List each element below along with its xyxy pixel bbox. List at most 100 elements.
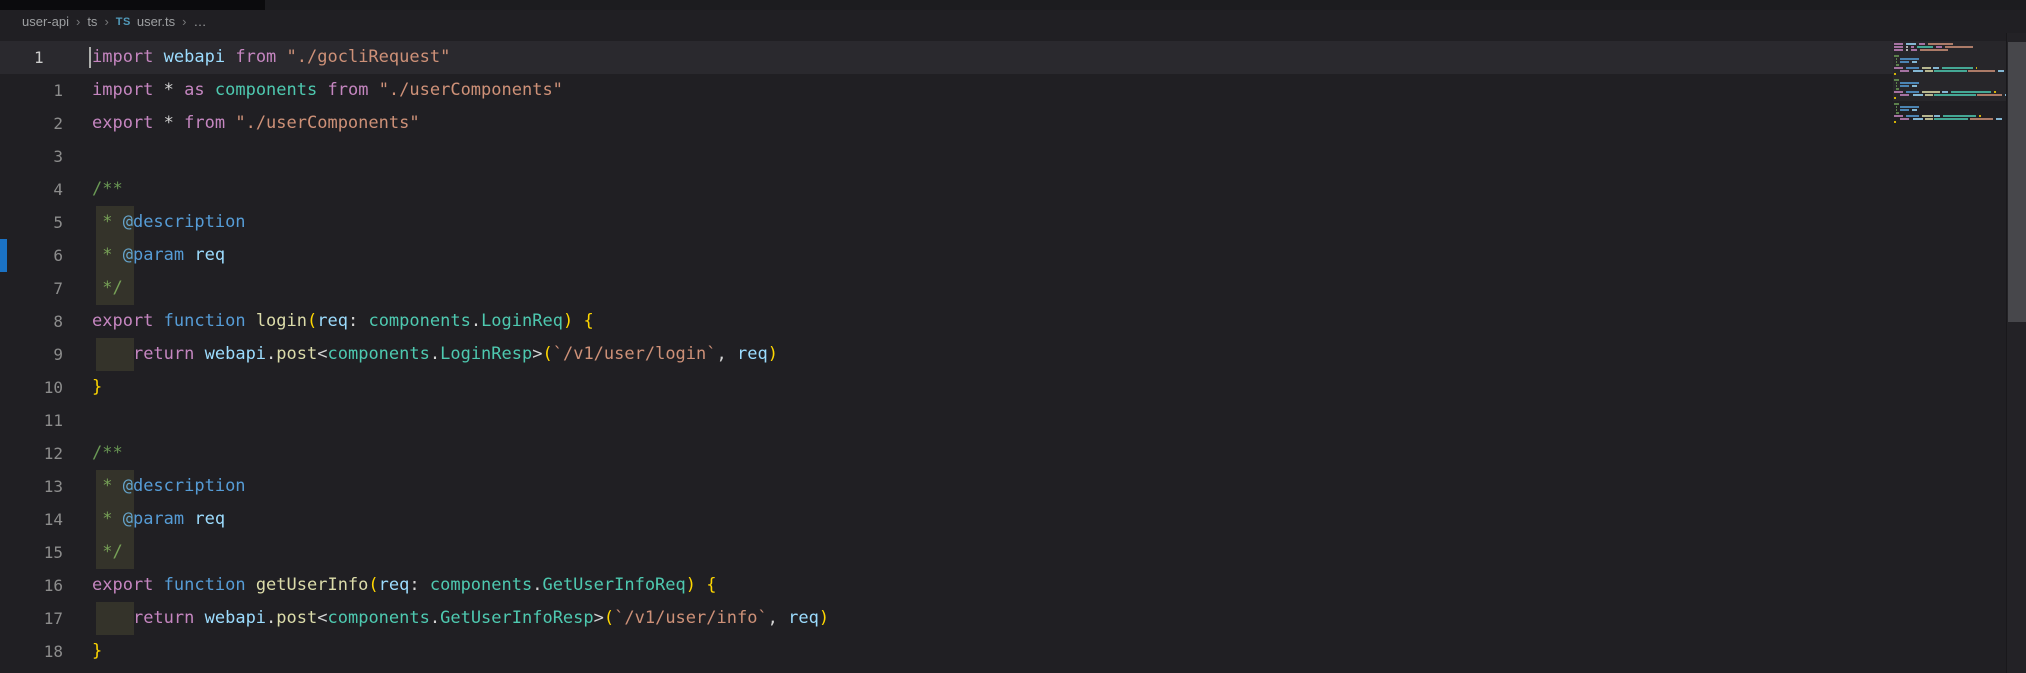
code-token: webapi (164, 47, 225, 67)
breadcrumb-item-file[interactable]: user.ts (137, 14, 175, 29)
code-token (153, 575, 163, 595)
vertical-scrollbar[interactable] (2006, 33, 2026, 673)
scrollbar-thumb[interactable] (2008, 42, 2026, 322)
minimap-token (1900, 70, 1909, 72)
code-line[interactable]: 11 (0, 404, 1893, 437)
minimap-token (1912, 85, 1917, 87)
code-token: , (717, 344, 737, 364)
code-token: req (194, 245, 225, 265)
code-token: { (706, 575, 716, 595)
line-number[interactable]: 8 (0, 305, 63, 338)
code-line[interactable]: 9 return webapi.post<components.LoginRes… (0, 338, 1893, 371)
line-content[interactable]: * @description (63, 206, 1893, 239)
indent-highlight (96, 536, 134, 569)
line-number[interactable]: 10 (0, 371, 63, 404)
code-line[interactable]: 12/** (0, 437, 1893, 470)
line-content[interactable]: export function login(req: components.Lo… (63, 305, 1893, 338)
line-content[interactable]: * @param req (63, 239, 1893, 272)
line-content[interactable]: } (63, 371, 1893, 404)
code-token: * (153, 80, 184, 100)
code-lines[interactable]: 1import webapi from "./gocliRequest"1imp… (0, 33, 1893, 673)
line-number[interactable]: 2 (0, 107, 63, 140)
vscode-editor-window: user-api › ts › TS user.ts › … 1import w… (0, 0, 2026, 673)
line-number[interactable]: 12 (0, 437, 63, 470)
text-cursor (89, 47, 91, 68)
code-token: GetUserInfoResp (440, 608, 594, 628)
code-line[interactable]: 1import webapi from "./gocliRequest" (0, 41, 1893, 74)
minimap-token (1900, 82, 1919, 84)
line-number[interactable]: 1 (0, 74, 63, 107)
line-number[interactable]: 17 (0, 602, 63, 635)
minimap[interactable] (1893, 33, 2006, 673)
line-content[interactable]: /** (63, 437, 1893, 470)
line-content[interactable] (63, 140, 1893, 173)
code-line[interactable]: 1import * as components from "./userComp… (0, 74, 1893, 107)
code-line[interactable]: 6 * @param req (0, 239, 1893, 272)
code-token: export (92, 113, 153, 133)
code-token: req (317, 311, 348, 331)
line-content[interactable]: } (63, 635, 1893, 668)
code-line[interactable]: 3 (0, 140, 1893, 173)
line-number[interactable]: 3 (0, 140, 63, 173)
minimap-token (1942, 67, 1973, 69)
breadcrumb-item-symbol[interactable]: … (193, 14, 206, 29)
minimap-token (1894, 43, 1903, 45)
breadcrumb-item-folder[interactable]: user-api (22, 14, 69, 29)
line-number[interactable]: 9 (0, 338, 63, 371)
line-number[interactable]: 1 (0, 41, 63, 74)
line-number[interactable]: 13 (0, 470, 63, 503)
code-line[interactable]: 10} (0, 371, 1893, 404)
line-number[interactable]: 7 (0, 272, 63, 305)
line-content[interactable]: return webapi.post<components.LoginResp>… (63, 338, 1893, 371)
line-number[interactable]: 16 (0, 569, 63, 602)
minimap-token (1936, 46, 1942, 48)
line-content[interactable] (63, 404, 1893, 437)
line-number[interactable]: 6 (0, 239, 63, 272)
line-content[interactable]: */ (63, 536, 1893, 569)
line-content[interactable]: import * as components from "./userCompo… (63, 74, 1893, 107)
code-line[interactable]: 16export function getUserInfo(req: compo… (0, 569, 1893, 602)
minimap-token (1906, 91, 1918, 93)
active-tab-sliver[interactable] (0, 0, 265, 10)
code-line[interactable]: 18} (0, 635, 1893, 668)
code-token: . (430, 344, 440, 364)
code-line[interactable]: 13 * @description (0, 470, 1893, 503)
code-token: * (153, 113, 184, 133)
line-content[interactable]: import webapi from "./gocliRequest" (63, 41, 1893, 74)
minimap-token (1906, 46, 1908, 48)
code-token: @description (123, 212, 246, 232)
minimap-token (1925, 94, 1933, 96)
code-token: login (256, 311, 307, 331)
code-line[interactable]: 7 */ (0, 272, 1893, 305)
line-number[interactable]: 15 (0, 536, 63, 569)
minimap-token (1894, 115, 1903, 117)
line-content[interactable]: return webapi.post<components.GetUserInf… (63, 602, 1893, 635)
code-line[interactable]: 14 * @param req (0, 503, 1893, 536)
code-token: { (583, 311, 593, 331)
line-content[interactable]: /** (63, 173, 1893, 206)
code-line[interactable]: 2export * from "./userComponents" (0, 107, 1893, 140)
line-number[interactable]: 4 (0, 173, 63, 206)
code-line[interactable]: 4/** (0, 173, 1893, 206)
line-number[interactable]: 11 (0, 404, 63, 437)
minimap-token (1968, 70, 1994, 72)
line-number[interactable]: 5 (0, 206, 63, 239)
breadcrumb-item-subfolder[interactable]: ts (87, 14, 97, 29)
minimap-token (1922, 67, 1931, 69)
line-content[interactable]: * @description (63, 470, 1893, 503)
code-token: > (594, 608, 604, 628)
code-token: req (737, 344, 768, 364)
line-content[interactable]: * @param req (63, 503, 1893, 536)
code-line[interactable]: 8export function login(req: components.L… (0, 305, 1893, 338)
line-number[interactable]: 18 (0, 635, 63, 668)
code-line[interactable]: 17 return webapi.post<components.GetUser… (0, 602, 1893, 635)
line-content[interactable]: export function getUserInfo(req: compone… (63, 569, 1893, 602)
line-content[interactable]: */ (63, 272, 1893, 305)
line-number[interactable]: 14 (0, 503, 63, 536)
line-content[interactable]: export * from "./userComponents" (63, 107, 1893, 140)
minimap-token (1934, 70, 1967, 72)
minimap-token (1900, 61, 1909, 63)
code-line[interactable]: 5 * @description (0, 206, 1893, 239)
code-line[interactable]: 15 */ (0, 536, 1893, 569)
code-token: LoginResp (440, 344, 532, 364)
